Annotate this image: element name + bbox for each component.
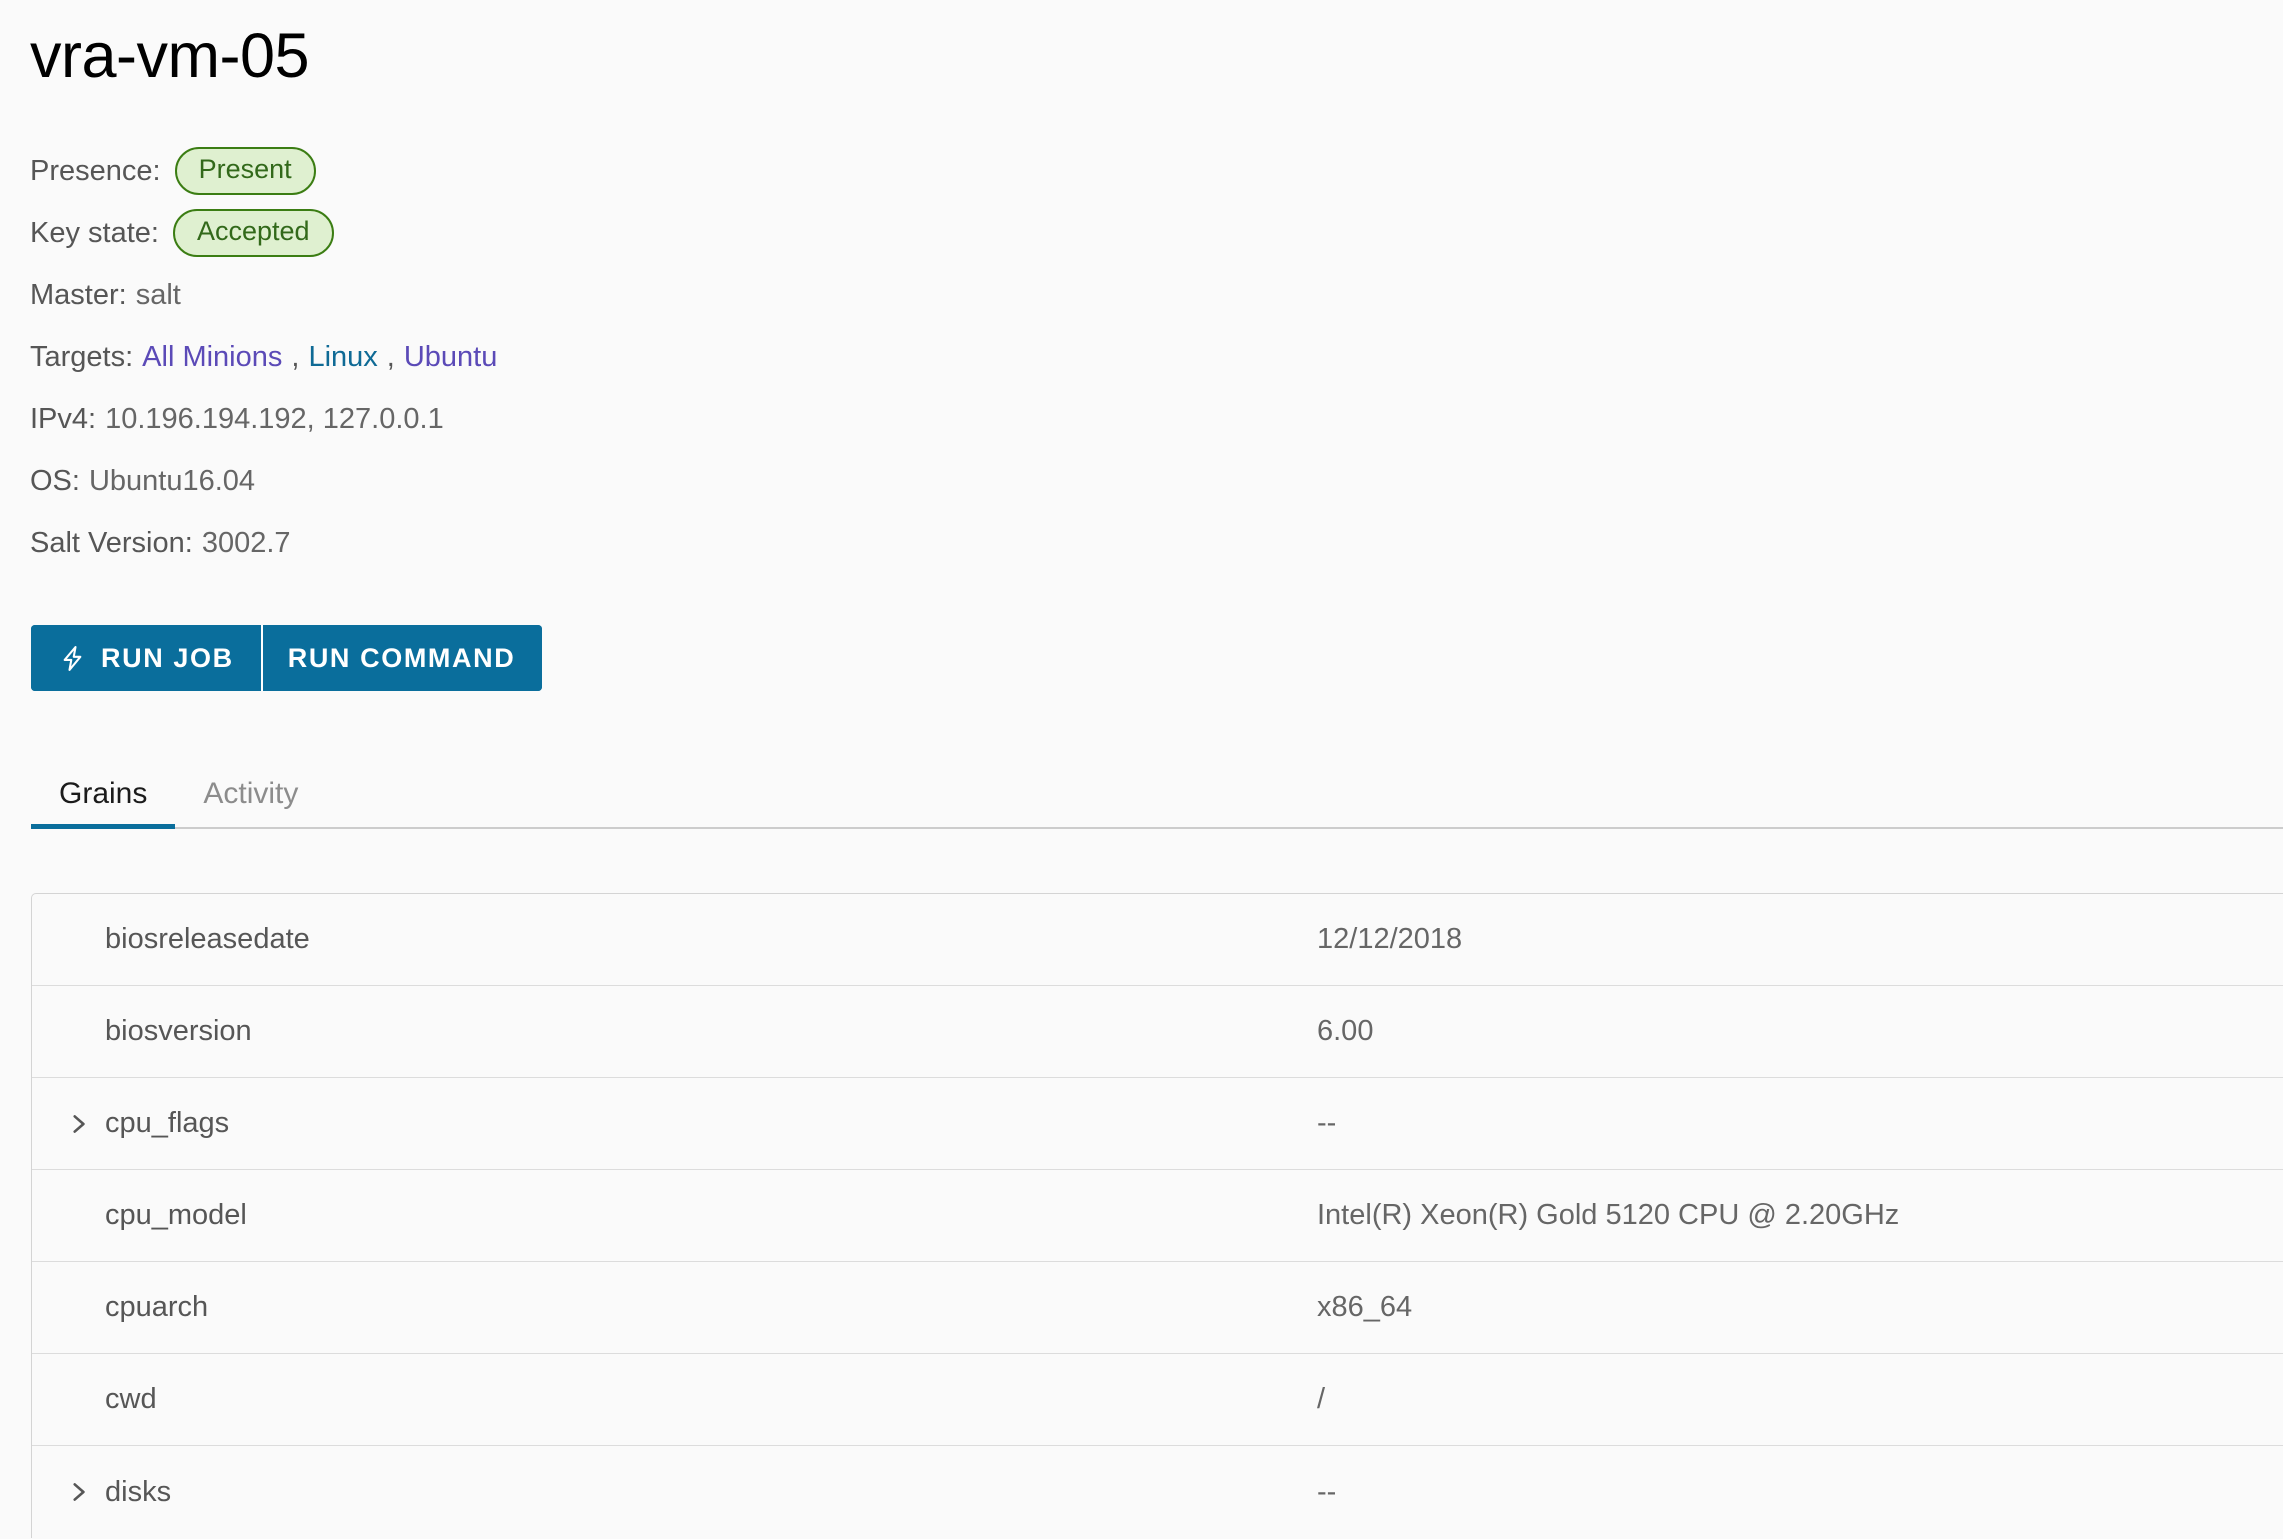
targets-separator-1: , [291, 340, 300, 373]
grain-key-cell: cpu_model [32, 1199, 1311, 1232]
chevron-placeholder [65, 1203, 91, 1229]
salt-version-label: Salt Version: [30, 526, 193, 559]
os-value: Ubuntu16.04 [88, 464, 256, 497]
grain-key: cwd [105, 1383, 157, 1415]
presence-row: Presence: Present [30, 140, 1530, 202]
chevron-right-icon[interactable] [65, 1479, 91, 1505]
key-state-row: Key state: Accepted [30, 202, 1530, 264]
chevron-placeholder [65, 1387, 91, 1413]
chevron-placeholder [65, 1295, 91, 1321]
table-row: cpuarch x86_64 [32, 1262, 2283, 1354]
ipv4-label: IPv4: [30, 402, 97, 435]
grain-key: disks [105, 1475, 172, 1508]
os-label: OS: [30, 464, 80, 497]
grain-key-cell: biosversion [32, 1015, 1311, 1048]
salt-version-value: 3002.7 [201, 526, 291, 559]
grain-value: -- [1317, 1475, 1337, 1508]
targets-row: Targets: All Minions , Linux , Ubuntu [30, 326, 1530, 388]
key-state-label: Key state: [30, 216, 159, 249]
grain-value: 6.00 [1317, 1015, 1374, 1047]
grain-value: -- [1317, 1107, 1337, 1139]
run-command-button[interactable]: RUN COMMAND [260, 625, 543, 691]
table-row[interactable]: cpu_flags -- [32, 1078, 2283, 1170]
grain-key: biosversion [105, 1015, 252, 1047]
salt-version-row: Salt Version: 3002.7 [30, 512, 1530, 574]
run-command-label: RUN COMMAND [287, 642, 516, 673]
run-job-button[interactable]: RUN JOB [31, 625, 261, 691]
grain-key-cell: biosreleasedate [32, 923, 1311, 956]
tab-activity[interactable]: Activity [175, 779, 326, 827]
master-label: Master: [30, 278, 127, 311]
grain-key-cell: cpuarch [32, 1291, 1311, 1324]
targets-separator-2: , [386, 340, 395, 373]
chevron-placeholder [65, 927, 91, 953]
grain-key-cell[interactable]: disks [32, 1476, 1311, 1509]
presence-status-badge: Present [174, 147, 316, 195]
grain-value: / [1317, 1383, 1326, 1415]
master-row: Master: salt [30, 264, 1530, 326]
grain-value: 12/12/2018 [1317, 923, 1463, 955]
grain-key: cpu_model [105, 1199, 247, 1231]
minion-detail-page: vra-vm-05 Presence: Present Key state: A… [0, 0, 2283, 1539]
os-row: OS: Ubuntu16.04 [30, 450, 1530, 512]
table-row: cwd / [32, 1354, 2283, 1446]
lightning-bolt-icon [58, 644, 87, 673]
key-state-status-badge: Accepted [172, 209, 334, 257]
table-row: cpu_model Intel(R) Xeon(R) Gold 5120 CPU… [32, 1170, 2283, 1262]
table-row: biosversion 6.00 [32, 986, 2283, 1078]
table-row: biosreleasedate 12/12/2018 [32, 894, 2283, 986]
table-row[interactable]: disks -- [32, 1446, 2283, 1538]
tab-grains[interactable]: Grains [31, 777, 176, 829]
minion-metadata: Presence: Present Key state: Accepted Ma… [30, 140, 1530, 574]
grains-table: biosreleasedate 12/12/2018 biosversion 6… [31, 893, 2283, 1538]
tab-grains-label: Grains [59, 777, 148, 810]
ipv4-value: 10.196.194.192, 127.0.0.1 [105, 402, 444, 435]
grain-key-cell: cwd [32, 1383, 1311, 1416]
grain-value: x86_64 [1317, 1291, 1413, 1323]
chevron-placeholder [65, 1019, 91, 1045]
grain-value: Intel(R) Xeon(R) Gold 5120 CPU @ 2.20GHz [1317, 1199, 1900, 1231]
chevron-right-icon[interactable] [65, 1111, 91, 1137]
detail-tabs: Grains Activity [31, 755, 2283, 829]
grain-key: cpuarch [105, 1291, 209, 1323]
target-link-all-minions[interactable]: All Minions [142, 341, 282, 374]
run-job-label: RUN JOB [101, 642, 234, 673]
page-title: vra-vm-05 [30, 21, 310, 91]
grain-key: cpu_flags [105, 1107, 230, 1139]
grain-key: biosreleasedate [105, 923, 310, 955]
grain-key-cell[interactable]: cpu_flags [32, 1107, 1311, 1140]
target-link-linux[interactable]: Linux [308, 341, 377, 374]
targets-label: Targets: [30, 340, 134, 373]
ipv4-row: IPv4: 10.196.194.192, 127.0.0.1 [30, 388, 1530, 450]
master-value: salt [135, 278, 181, 311]
tab-activity-label: Activity [203, 777, 299, 810]
action-button-group: RUN JOB RUN COMMAND [31, 625, 543, 691]
target-link-ubuntu[interactable]: Ubuntu [404, 341, 498, 374]
presence-label: Presence: [30, 154, 161, 187]
